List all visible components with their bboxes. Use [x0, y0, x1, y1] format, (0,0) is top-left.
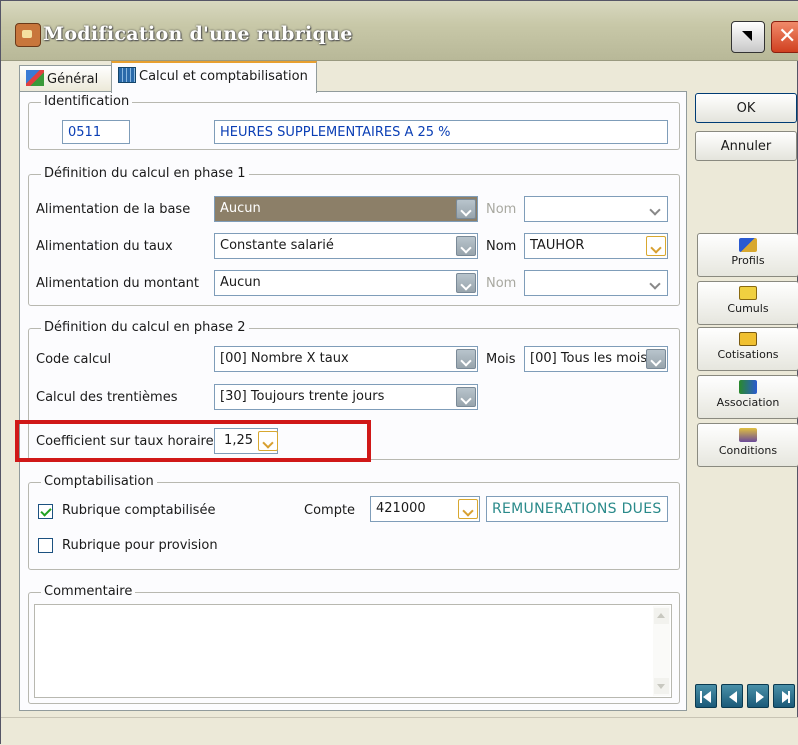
base-label-text: Alimentation de la base [36, 202, 191, 217]
scroll-down-arrow-icon[interactable] [654, 678, 669, 694]
highlight-box [15, 420, 371, 462]
compte-dropdown-icon[interactable] [458, 499, 478, 519]
scroll-up-arrow-icon[interactable] [654, 608, 669, 624]
base-dropdown-icon[interactable] [456, 199, 476, 219]
tab-general[interactable]: Général [19, 65, 113, 91]
trentiemes-dropdown-icon[interactable] [456, 387, 476, 407]
record-navigator [695, 684, 798, 708]
general-icon [26, 70, 44, 86]
status-bar [1, 717, 798, 745]
base-label: Alimentation de la base [36, 202, 190, 217]
trentiemes-select[interactable]: [30] Toujours trente jours [214, 384, 478, 410]
rubrique-provision-checkbox[interactable] [38, 538, 53, 553]
calc-icon [118, 67, 136, 83]
code-calcul-dropdown-icon[interactable] [456, 349, 476, 369]
app-icon [15, 23, 41, 47]
libelle-field[interactable]: HEURES SUPPLEMENTAIRES A 25 % [214, 120, 668, 144]
compte-label: Compte [304, 503, 356, 518]
rubrique-comptabilisee-label: Rubrique comptabilisée [62, 503, 216, 518]
base-nom-label: Nom [486, 202, 517, 217]
conditions-icon [739, 428, 757, 442]
montant-select[interactable]: Aucun [214, 270, 478, 296]
rubrique-provision-label: Rubrique pour provision [62, 538, 218, 553]
taux-label: Alimentation du taux [36, 239, 173, 254]
cotisations-button[interactable]: Cotisations [697, 327, 798, 371]
base-nom-dropdown-icon[interactable] [646, 199, 666, 219]
identification-legend: Identification [41, 94, 133, 109]
next-record-icon[interactable] [747, 684, 769, 708]
taux-nom-label: Nom [486, 239, 517, 254]
profils-icon [739, 238, 757, 252]
cumuls-button[interactable]: Cumuls [697, 281, 798, 325]
profils-label: Profils [731, 254, 765, 267]
conditions-label: Conditions [718, 444, 778, 457]
annuler-button[interactable]: Annuler [695, 131, 797, 161]
montant-nom-label: Nom [486, 276, 517, 291]
last-record-icon[interactable] [773, 684, 795, 708]
cumuls-icon [739, 286, 757, 300]
code-field[interactable]: 0511 [62, 120, 130, 144]
compte-libelle-field: REMUNERATIONS DUES [486, 496, 668, 522]
ok-button[interactable]: OK [695, 93, 797, 123]
association-icon [739, 380, 757, 394]
commentaire-legend: Commentaire [41, 584, 136, 599]
tab-panel: Identification 0511 HEURES SUPPLEMENTAIR… [19, 91, 687, 711]
code-calcul-select[interactable]: [00] Nombre X taux [214, 346, 478, 372]
cotisations-icon [739, 332, 757, 346]
trentiemes-label: Calcul des trentièmes [36, 390, 178, 405]
close-button[interactable] [771, 21, 798, 53]
montant-nom-dropdown-icon[interactable] [646, 273, 666, 293]
mois-dropdown-icon[interactable] [646, 349, 666, 369]
phase1-legend: Définition du calcul en phase 1 [41, 166, 249, 181]
base-select[interactable]: Aucun [214, 196, 478, 222]
conditions-button[interactable]: Conditions [697, 423, 798, 467]
tab-calcul-label: Calcul et comptabilisation [139, 69, 308, 84]
previous-record-icon[interactable] [721, 684, 743, 708]
dialog-window: Modification d'une rubrique Général Calc… [0, 0, 798, 745]
mois-label: Mois [486, 352, 516, 367]
profils-button[interactable]: Profils [697, 233, 798, 277]
phase2-legend: Définition du calcul en phase 2 [41, 320, 249, 335]
montant-label: Alimentation du montant [36, 276, 199, 291]
taux-nom-dropdown-icon[interactable] [646, 236, 666, 256]
montant-dropdown-icon[interactable] [456, 273, 476, 293]
rubrique-comptabilisee-checkbox[interactable] [38, 504, 53, 519]
cotisations-label: Cotisations [717, 348, 779, 361]
minimize-button[interactable] [731, 21, 765, 53]
window-title: Modification d'une rubrique [43, 23, 353, 45]
commentaire-textarea[interactable] [34, 604, 672, 698]
association-button[interactable]: Association [697, 375, 798, 419]
cumuls-label: Cumuls [727, 302, 769, 315]
first-record-icon[interactable] [695, 684, 717, 708]
association-label: Association [716, 396, 780, 409]
tab-calcul[interactable]: Calcul et comptabilisation [111, 61, 317, 93]
title-bar[interactable]: Modification d'une rubrique [1, 1, 798, 61]
code-calcul-label: Code calcul [36, 352, 112, 367]
tab-general-label: Général [47, 72, 99, 87]
taux-dropdown-icon[interactable] [456, 236, 476, 256]
comptabilisation-legend: Comptabilisation [41, 474, 157, 489]
commentaire-scrollbar[interactable] [653, 606, 670, 696]
taux-select[interactable]: Constante salarié [214, 233, 478, 259]
